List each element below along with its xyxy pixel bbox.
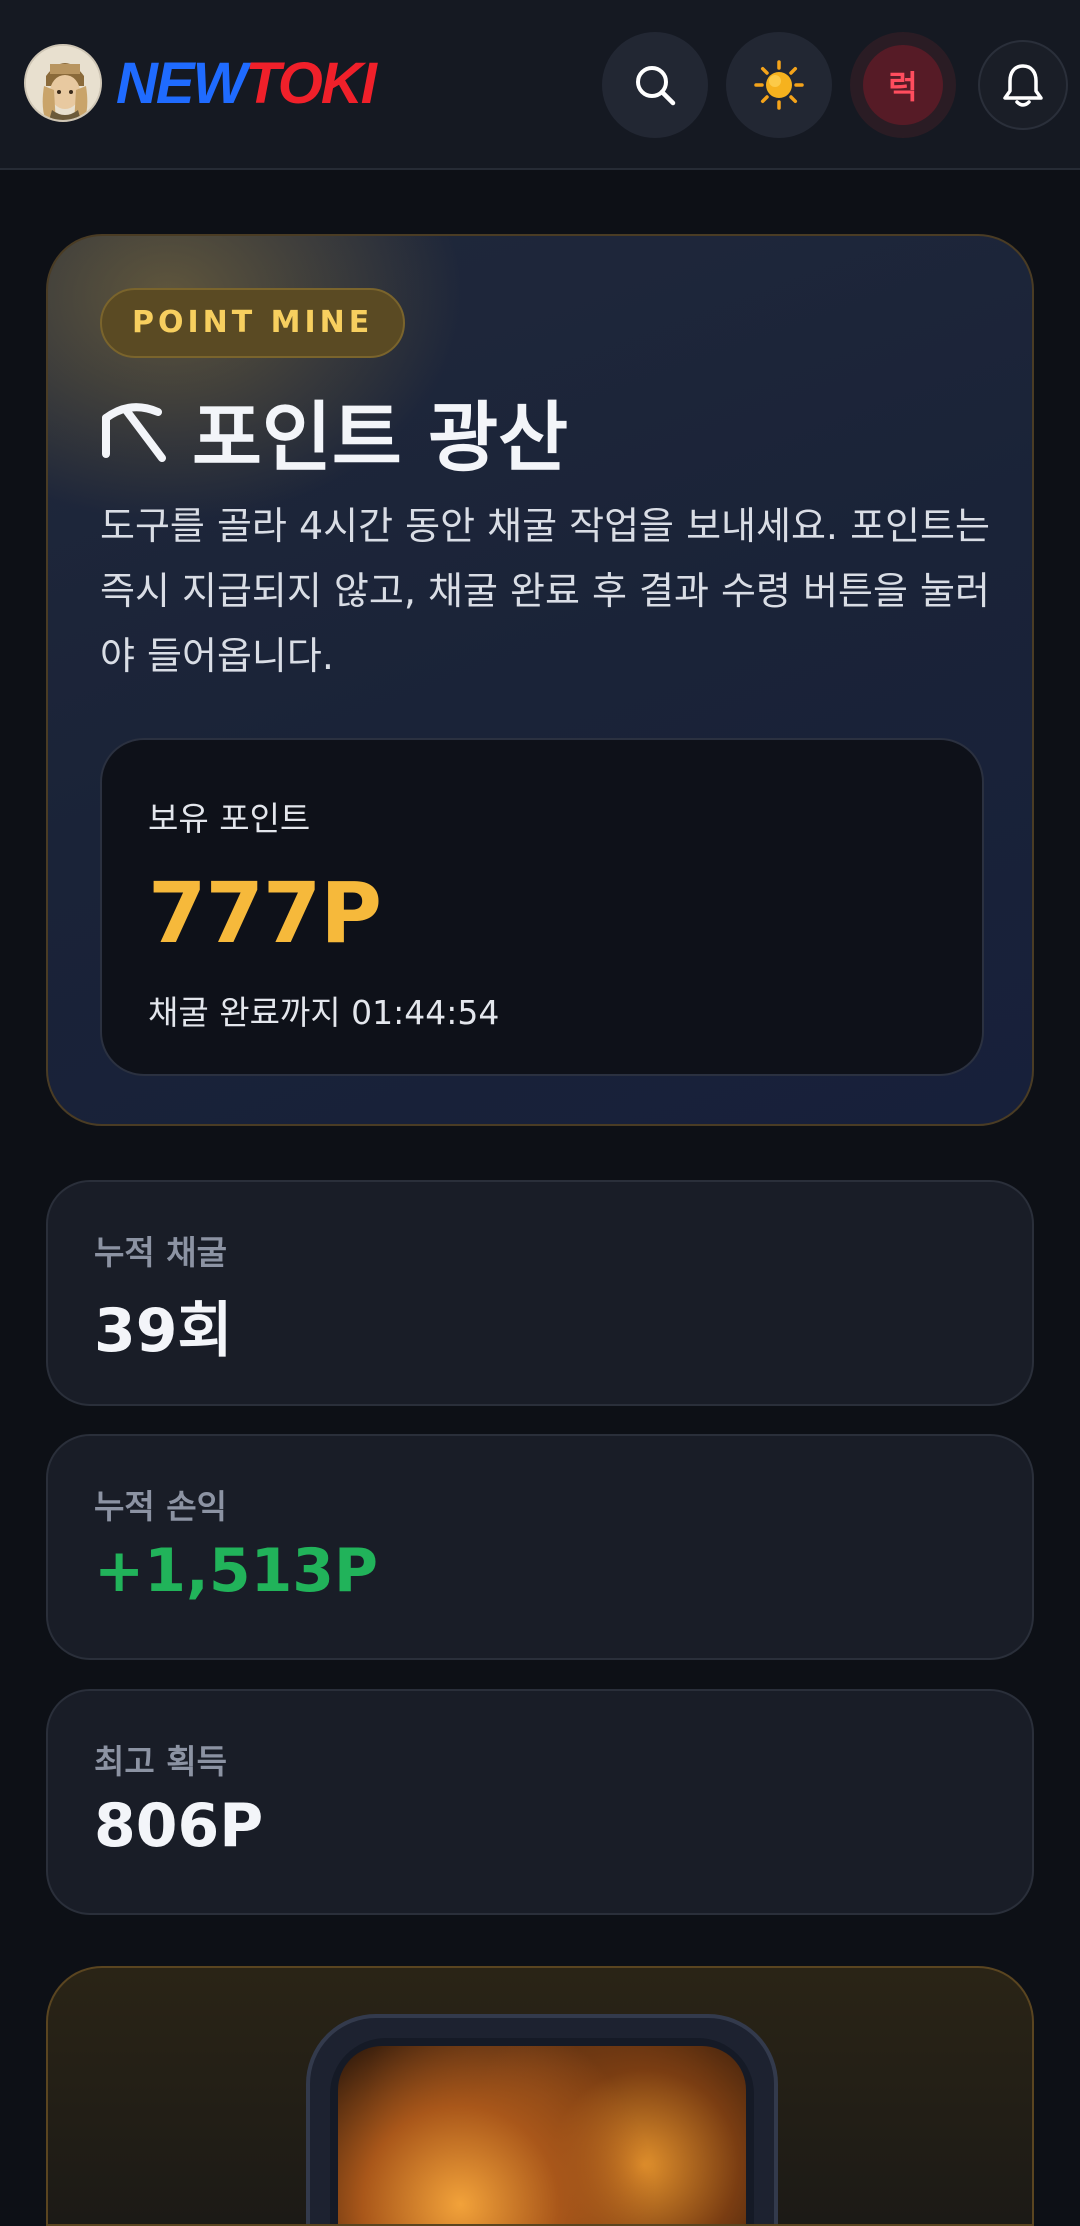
stat-card-total-profit: 누적 손익 +1,513P [46,1434,1034,1660]
luck-button[interactable]: 럭 [850,32,956,138]
stat-value: 806P [94,1791,264,1861]
logo-toki: TOKI [245,51,376,116]
theme-toggle-button[interactable] [726,32,832,138]
stat-card-best-gain: 최고 획득 806P [46,1689,1034,1915]
stat-card-total-mining: 누적 채굴 39회 [46,1180,1034,1406]
page-title: 포인트 광산 [100,386,568,482]
mining-timer: 채굴 완료까지 01:44:54 [148,993,500,1032]
stat-value: 39회 [94,1296,233,1366]
mine-scene-card [46,1966,1034,2226]
section-pill: POINT MINE [100,288,406,358]
page-description: 도구를 골라 4시간 동안 채굴 작업을 보내세요. 포인트는 즉시 지급되지 … [100,504,990,678]
avatar[interactable] [24,44,102,122]
luck-badge: 럭 [863,45,943,125]
top-bar: NEWTOKI 럭 [0,0,1080,170]
search-button[interactable] [602,32,708,138]
site-logo[interactable]: NEWTOKI [116,51,377,116]
stat-label: 최고 획득 [94,1742,227,1781]
sun-icon [754,60,804,110]
search-icon [636,66,676,106]
point-mine-hero-card: POINT MINE 포인트 광산 도구를 골라 4시간 동안 채굴 작업을 보… [46,234,1034,1126]
avatar-character-icon [26,46,100,120]
balance-label: 보유 포인트 [148,799,311,838]
balance-value: 777P [148,864,382,962]
bell-icon [1003,64,1043,107]
stat-value: +1,513P [94,1536,379,1606]
mine-image-frame [306,2014,778,2224]
page-title-text: 포인트 광산 [192,393,569,482]
pickaxe-icon [102,403,166,462]
mine-scene-image[interactable] [338,2046,746,2224]
stat-label: 누적 채굴 [94,1233,227,1272]
logo-new: NEW [116,51,247,116]
notification-button[interactable] [978,40,1068,130]
point-balance-card: 보유 포인트 777P 채굴 완료까지 01:44:54 [100,738,984,1076]
stat-label: 누적 손익 [94,1487,227,1526]
